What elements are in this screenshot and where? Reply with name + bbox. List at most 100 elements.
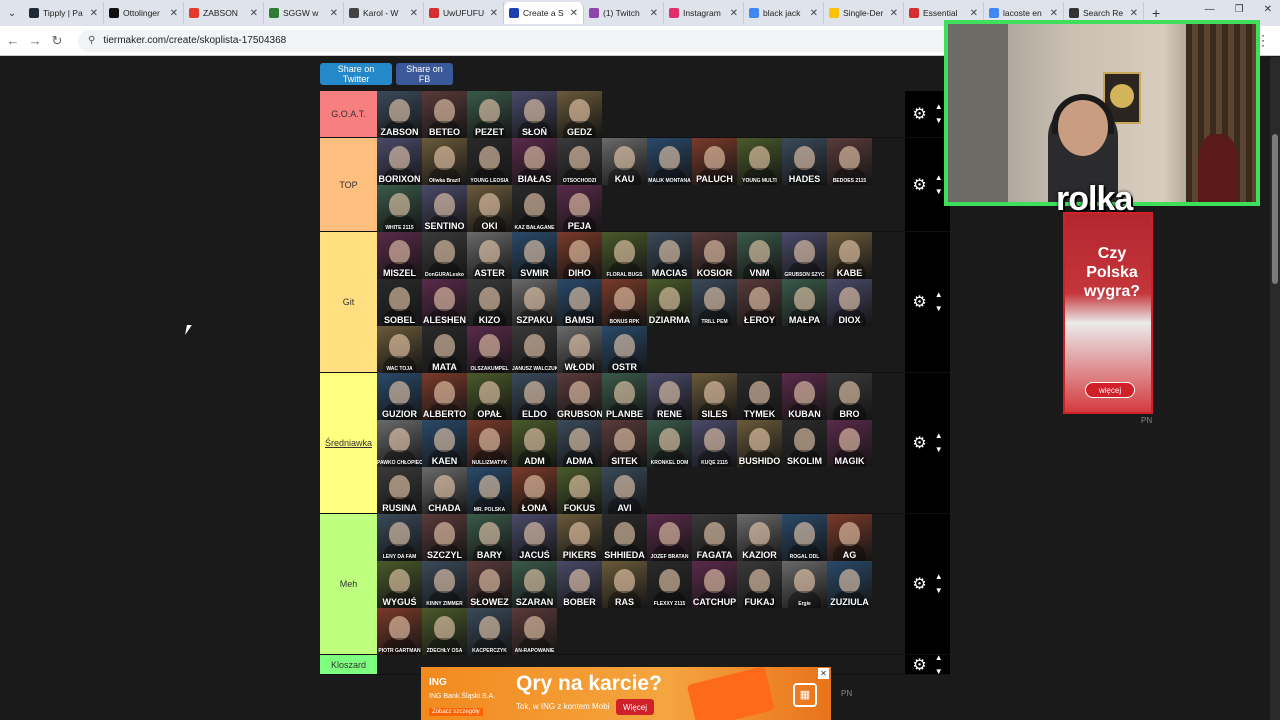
side-advertisement[interactable]: Czy Polska wygra? więcej	[1063, 212, 1153, 414]
reload-icon[interactable]: ↻	[46, 33, 68, 49]
tier-label[interactable]: Meh	[320, 514, 377, 654]
tier-item-card[interactable]: SZCZYL	[422, 514, 467, 561]
scrollbar[interactable]	[1270, 57, 1280, 720]
tier-item-card[interactable]: BAMSI	[557, 279, 602, 326]
move-down-icon[interactable]: ▼	[935, 185, 943, 199]
site-info-icon[interactable]: ⚲	[88, 35, 95, 46]
tier-item-card[interactable]: ADMA	[557, 420, 602, 467]
tier-item-card[interactable]: ALESHEN	[422, 279, 467, 326]
tier-item-card[interactable]: BARY	[467, 514, 512, 561]
tab-close-icon[interactable]: ✕	[810, 8, 818, 19]
tier-item-card[interactable]: BOBER	[557, 561, 602, 608]
tier-item-card[interactable]: AG	[827, 514, 872, 561]
tier-item-card[interactable]: SŁOŃ	[512, 91, 557, 138]
tier-item-card[interactable]: KRONKEL DOM	[647, 420, 692, 467]
tier-item-card[interactable]: FUKAJ	[737, 561, 782, 608]
tier-item-card[interactable]: MACIAS	[647, 232, 692, 279]
tier-item-card[interactable]: OPAŁ	[467, 373, 512, 420]
tier-item-card[interactable]: PEJA	[557, 185, 602, 232]
tier-item-card[interactable]: WŁODI	[557, 326, 602, 373]
tier-item-card[interactable]: WHITE 2115	[377, 185, 422, 232]
tier-item-card[interactable]: OSTR	[602, 326, 647, 373]
browser-tab[interactable]: Tipply | Pa ✕	[24, 2, 104, 24]
tier-item-card[interactable]: CHADA	[422, 467, 467, 514]
tab-close-icon[interactable]: ✕	[970, 8, 978, 19]
tier-label[interactable]: Git	[320, 232, 377, 372]
browser-tab[interactable]: Ottolinger ✕	[104, 2, 184, 24]
share-twitter-button[interactable]: Share on Twitter	[320, 63, 392, 85]
minimize-icon[interactable]: —	[1205, 4, 1215, 15]
tier-label[interactable]: G.O.A.T.	[320, 91, 377, 137]
gear-icon[interactable]: ⚙	[912, 292, 926, 312]
move-up-icon[interactable]: ▲	[935, 288, 943, 302]
tier-item-card[interactable]: SŁOWEZ	[467, 561, 512, 608]
tab-close-icon[interactable]: ✕	[730, 8, 738, 19]
tier-item-card[interactable]: RENE	[647, 373, 692, 420]
tier-item-card[interactable]: ELDO	[512, 373, 557, 420]
move-up-icon[interactable]: ▲	[935, 570, 943, 584]
details-link[interactable]: Zobacz szczegóły	[429, 708, 483, 716]
back-icon[interactable]: ←	[2, 33, 24, 48]
tier-item-card[interactable]: PAWKO CHŁOPIEC	[377, 420, 422, 467]
tier-label[interactable]: Kloszard	[320, 655, 377, 674]
tier-item-card[interactable]: KAU	[602, 138, 647, 185]
tier-item-card[interactable]: YOUNG MULTI	[737, 138, 782, 185]
restore-icon[interactable]: ❐	[1235, 4, 1244, 15]
tier-item-card[interactable]: FLEXXY 2115	[647, 561, 692, 608]
tier-item-card[interactable]: BORIXON	[377, 138, 422, 185]
tier-label[interactable]: Średniawka	[320, 373, 377, 513]
tier-item-card[interactable]: CATCHUP	[692, 561, 737, 608]
tier-item-card[interactable]: GEDZ	[557, 91, 602, 138]
tier-item-card[interactable]: KINNY ZIMMER	[422, 561, 467, 608]
tier-item-card[interactable]: SILES	[692, 373, 737, 420]
tier-item-card[interactable]: FLORAL BUGS	[602, 232, 647, 279]
tier-item-card[interactable]: MATA	[422, 326, 467, 373]
tier-item-card[interactable]: SITEK	[602, 420, 647, 467]
tier-item-card[interactable]: GRUBSON	[557, 373, 602, 420]
close-icon[interactable]: ✕	[1264, 4, 1272, 15]
tier-item-card[interactable]: ŁEROY	[737, 279, 782, 326]
tier-item-card[interactable]: DIHO	[557, 232, 602, 279]
tier-item-card[interactable]: BUSHIDO	[737, 420, 782, 467]
tier-item-card[interactable]: MR. POLSKA	[467, 467, 512, 514]
tier-item-card[interactable]: ZUZIULA	[827, 561, 872, 608]
tier-item-card[interactable]: BIAŁAS	[512, 138, 557, 185]
tier-item-card[interactable]: MAŁPA	[782, 279, 827, 326]
tab-close-icon[interactable]: ✕	[250, 8, 258, 19]
move-down-icon[interactable]: ▼	[935, 665, 943, 679]
tier-item-card[interactable]: SZARAN	[512, 561, 557, 608]
bottom-advertisement[interactable]: ING ING Bank Śląski S.A. Zobacz szczegół…	[421, 667, 831, 720]
tab-close-icon[interactable]: ✕	[650, 8, 658, 19]
move-down-icon[interactable]: ▼	[935, 114, 943, 128]
tier-item-card[interactable]: BRO	[827, 373, 872, 420]
tier-item-card[interactable]: BONUS RPK	[602, 279, 647, 326]
tier-item-card[interactable]: AN-RAPOWANIE	[512, 608, 557, 655]
tier-item-card[interactable]: WYGUŚ	[377, 561, 422, 608]
tier-item-card[interactable]: VNM	[737, 232, 782, 279]
move-down-icon[interactable]: ▼	[935, 443, 943, 457]
gear-icon[interactable]: ⚙	[912, 175, 926, 195]
tab-close-icon[interactable]: ✕	[90, 8, 98, 19]
tier-item-card[interactable]: DIOX	[827, 279, 872, 326]
tier-item-card[interactable]: RUSINA	[377, 467, 422, 514]
bottom-ad-button[interactable]: Więcej	[616, 699, 655, 715]
tier-item-card[interactable]: OTSOCHODZI	[557, 138, 602, 185]
tier-item-card[interactable]: KAZ BAŁAGANE	[512, 185, 557, 232]
tier-item-card[interactable]: TRILL PEM	[692, 279, 737, 326]
tier-item-card[interactable]: HADES	[782, 138, 827, 185]
tab-close-icon[interactable]: ✕	[170, 8, 178, 19]
tier-item-card[interactable]: PLANBE	[602, 373, 647, 420]
tier-item-card[interactable]: KAEN	[422, 420, 467, 467]
scrollbar-thumb[interactable]	[1272, 134, 1278, 284]
new-tab-button[interactable]: +	[1144, 5, 1168, 21]
tier-item-card[interactable]: KUQE 2115	[692, 420, 737, 467]
tier-item-card[interactable]: ŁONA	[512, 467, 557, 514]
ad-close-icon[interactable]: ✕	[818, 668, 829, 679]
tier-item-card[interactable]: OKI	[467, 185, 512, 232]
tier-label[interactable]: TOP	[320, 138, 377, 231]
gear-icon[interactable]: ⚙	[912, 574, 926, 594]
tier-item-card[interactable]: DZIARMA	[647, 279, 692, 326]
gear-icon[interactable]: ⚙	[912, 433, 926, 453]
move-up-icon[interactable]: ▲	[935, 100, 943, 114]
tier-item-card[interactable]: ALBERTO	[422, 373, 467, 420]
